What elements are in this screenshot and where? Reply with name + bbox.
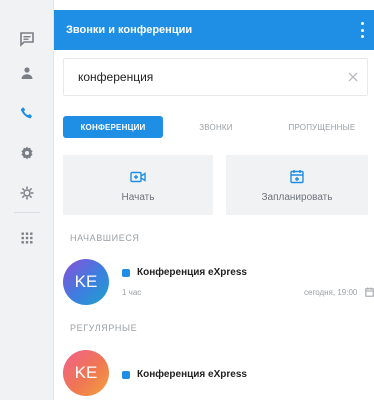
schedule-conference-label: Запланировать [261,191,333,203]
tab-conferences[interactable]: КОНФЕРЕНЦИИ [63,116,163,138]
conference-title-text: Конференция eXpress [137,267,247,278]
schedule-conference-button[interactable]: Запланировать [226,155,368,215]
calls-icon [20,107,32,119]
nav-chats[interactable] [0,22,54,56]
tab-missed[interactable]: ПРОПУЩЕННЫЕ [277,116,367,138]
panel-header: Звонки и конференции [54,10,374,50]
apps-grid-icon [21,232,33,244]
settings-icon [21,146,33,160]
section-regular: РЕГУЛЯРНЫЕ [70,323,138,333]
nav-apps[interactable] [0,221,54,255]
tab-conferences-label: КОНФЕРЕНЦИИ [80,122,146,132]
conference-badge-icon [122,370,130,379]
search-value: конференция [78,70,154,84]
avatar-initials: KE [74,272,98,291]
video-camera-icon [130,171,146,182]
conference-duration: 1 час [122,288,142,297]
tab-missed-label: ПРОПУЩЕННЫЕ [288,122,356,132]
conference-badge-icon [122,268,130,277]
chats-icon [20,32,34,47]
calls-panel: Звонки и конференции конференция КОНФЕРЕ… [54,0,374,400]
calendar-icon [365,287,374,297]
avatar: KE [63,259,109,305]
conference-title-text: Конференция eXpress [137,369,247,380]
nav-settings[interactable] [0,136,54,170]
conference-item-title[interactable]: Конференция eXpress [122,369,247,380]
nav-extensions[interactable] [0,176,54,210]
conference-item-title[interactable]: Конференция eXpress [122,267,247,278]
section-started: НАЧАВШИЕСЯ [70,233,140,243]
rail-divider [14,212,40,213]
start-conference-label: Начать [121,191,155,203]
nav-calls[interactable] [0,96,54,130]
clear-search-icon[interactable] [347,71,359,83]
tab-calls-label: ЗВОНКИ [199,122,233,132]
contacts-icon [21,67,33,79]
start-conference-button[interactable]: Начать [63,155,213,215]
more-menu-icon[interactable] [360,22,364,38]
avatar-initials: KE [74,363,98,382]
nav-rail [0,0,54,400]
search-input[interactable]: конференция [63,58,368,96]
panel-title: Звонки и конференции [66,24,193,36]
tab-bar: КОНФЕРЕНЦИИ ЗВОНКИ ПРОПУЩЕННЫЕ [63,116,368,138]
tab-calls[interactable]: ЗВОНКИ [181,116,251,138]
extensions-icon [20,186,34,200]
avatar: KE [63,350,109,396]
calendar-add-icon [290,169,304,183]
nav-contacts[interactable] [0,56,54,90]
conference-time: сегодня, 19:00 [304,288,358,297]
